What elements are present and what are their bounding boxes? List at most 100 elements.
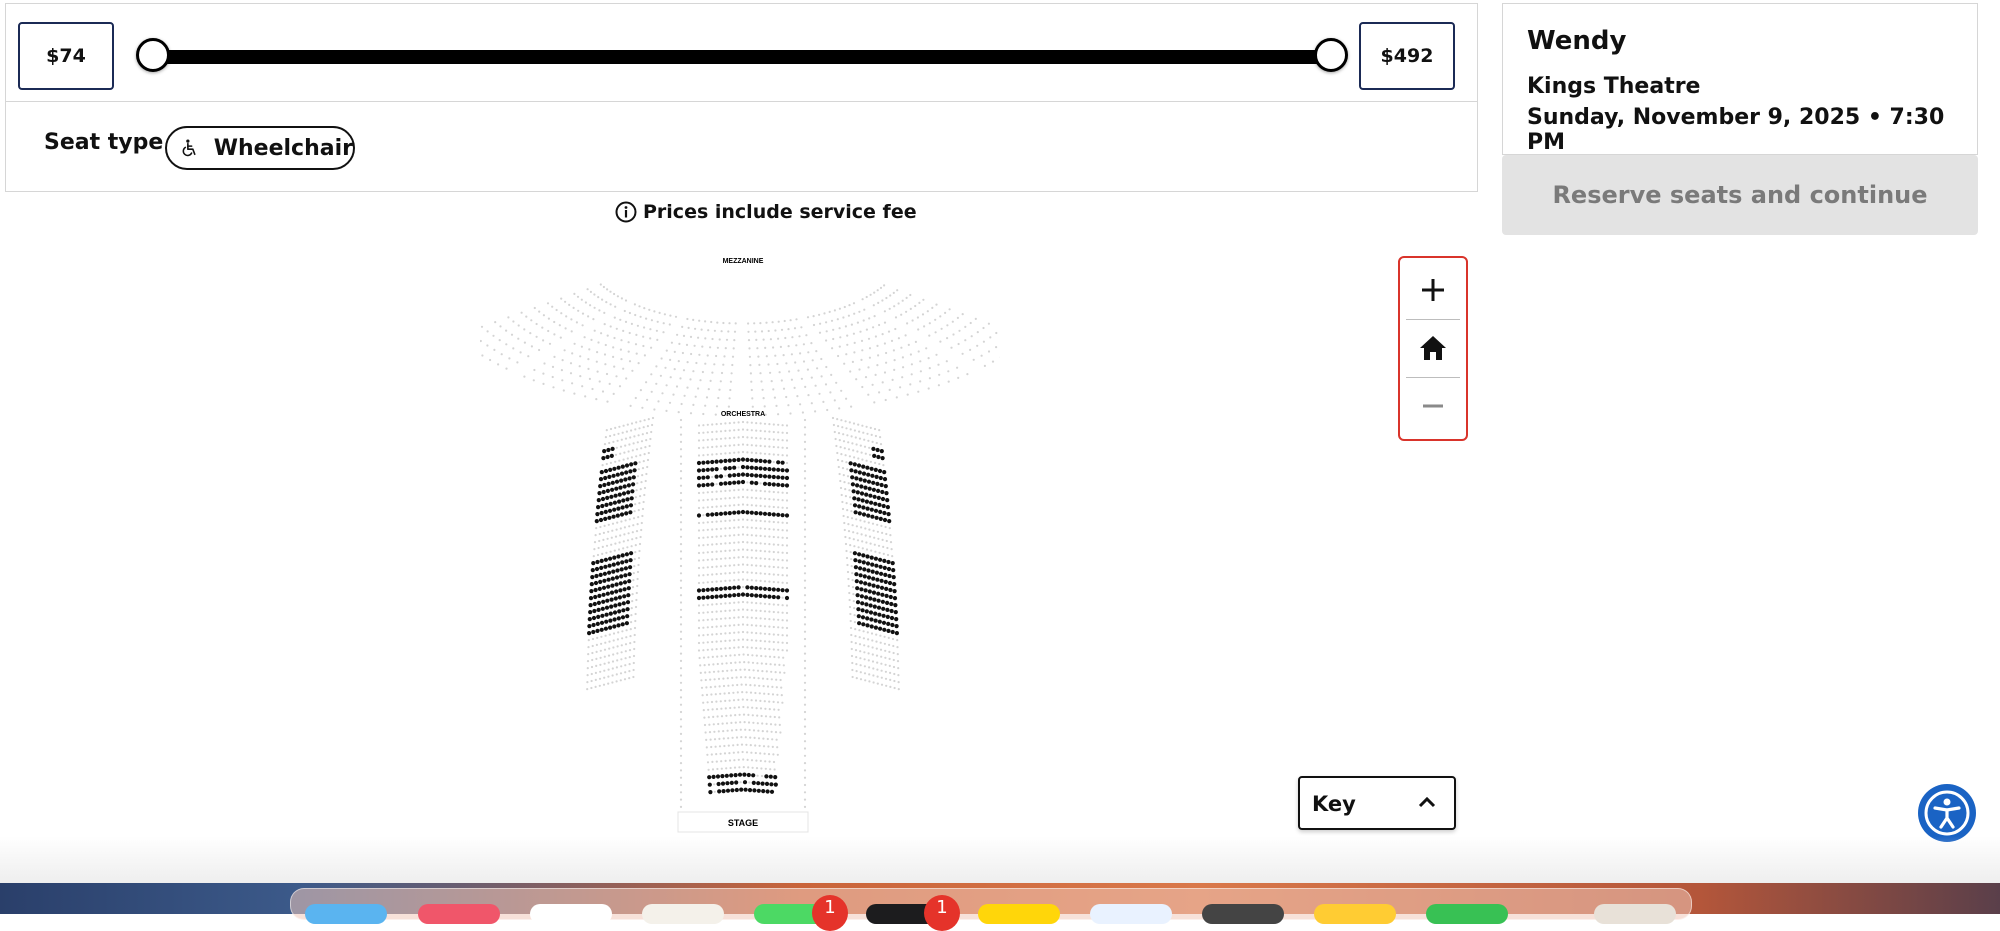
available-seat[interactable] xyxy=(754,511,758,515)
available-seat[interactable] xyxy=(748,788,752,792)
available-seat[interactable] xyxy=(608,557,612,561)
available-seat[interactable] xyxy=(878,469,882,473)
available-seat[interactable] xyxy=(785,596,789,600)
available-seat[interactable] xyxy=(587,631,591,635)
available-seat[interactable] xyxy=(604,469,608,473)
available-seat[interactable] xyxy=(766,789,770,793)
available-seat[interactable] xyxy=(781,513,785,517)
available-seat[interactable] xyxy=(719,482,723,486)
available-seat[interactable] xyxy=(623,580,627,584)
available-seat[interactable] xyxy=(625,552,629,556)
available-seat[interactable] xyxy=(697,596,701,600)
available-seat[interactable] xyxy=(781,588,785,592)
available-seat[interactable] xyxy=(616,554,620,558)
available-seat[interactable] xyxy=(772,475,776,479)
available-seat[interactable] xyxy=(597,498,601,502)
available-seat[interactable] xyxy=(850,475,854,479)
available-seat[interactable] xyxy=(854,510,858,514)
available-seat[interactable] xyxy=(885,601,889,605)
home-view-button[interactable] xyxy=(1400,320,1466,376)
available-seat[interactable] xyxy=(894,617,898,621)
available-seat[interactable] xyxy=(854,476,858,480)
available-seat[interactable] xyxy=(785,483,789,487)
available-seat[interactable] xyxy=(735,788,739,792)
available-seat[interactable] xyxy=(851,482,855,486)
available-seat[interactable] xyxy=(723,511,727,515)
available-seat[interactable] xyxy=(591,568,595,572)
available-seat[interactable] xyxy=(890,616,894,620)
available-seat[interactable] xyxy=(732,481,736,485)
available-seat[interactable] xyxy=(754,474,758,478)
available-seat[interactable] xyxy=(871,447,875,451)
available-seat[interactable] xyxy=(879,572,883,576)
available-seat[interactable] xyxy=(886,622,890,626)
available-seat[interactable] xyxy=(741,510,745,514)
available-seat[interactable] xyxy=(892,575,896,579)
available-seat[interactable] xyxy=(785,588,789,592)
available-seat[interactable] xyxy=(745,473,749,477)
available-seat[interactable] xyxy=(601,456,605,460)
available-seat[interactable] xyxy=(870,556,874,560)
available-seat[interactable] xyxy=(599,518,603,522)
available-seat[interactable] xyxy=(623,573,627,577)
available-seat[interactable] xyxy=(867,582,871,586)
zoom-out-button[interactable] xyxy=(1400,378,1466,434)
available-seat[interactable] xyxy=(750,473,754,477)
dock-app-trash[interactable] xyxy=(1594,904,1676,924)
available-seat[interactable] xyxy=(697,468,701,472)
available-seat[interactable] xyxy=(728,586,732,590)
available-seat[interactable] xyxy=(706,513,710,517)
available-seat[interactable] xyxy=(701,468,705,472)
available-seat[interactable] xyxy=(623,477,627,481)
available-seat[interactable] xyxy=(869,617,873,621)
available-seat[interactable] xyxy=(874,626,878,630)
available-seat[interactable] xyxy=(596,615,600,619)
available-seat[interactable] xyxy=(761,789,765,793)
available-seat[interactable] xyxy=(605,496,609,500)
available-seat[interactable] xyxy=(754,586,758,590)
available-seat[interactable] xyxy=(612,515,616,519)
available-seat[interactable] xyxy=(857,552,861,556)
available-seat[interactable] xyxy=(697,461,701,465)
available-seat[interactable] xyxy=(862,512,866,516)
available-seat[interactable] xyxy=(729,773,733,777)
available-seat[interactable] xyxy=(761,782,765,786)
available-seat[interactable] xyxy=(592,623,596,627)
available-seat[interactable] xyxy=(625,614,629,618)
available-seat[interactable] xyxy=(625,497,629,501)
available-seat[interactable] xyxy=(710,460,714,464)
available-seat[interactable] xyxy=(615,480,619,484)
available-seat[interactable] xyxy=(726,789,730,793)
available-seat[interactable] xyxy=(723,466,727,470)
available-seat[interactable] xyxy=(728,466,732,470)
available-seat[interactable] xyxy=(863,581,867,585)
available-seat[interactable] xyxy=(621,622,625,626)
available-seat[interactable] xyxy=(734,780,738,784)
available-seat[interactable] xyxy=(717,782,721,786)
available-seat[interactable] xyxy=(757,789,761,793)
available-seat[interactable] xyxy=(630,489,634,493)
available-seat[interactable] xyxy=(611,481,615,485)
available-seat[interactable] xyxy=(609,605,613,609)
available-seat[interactable] xyxy=(629,551,633,555)
dock-app-textedit[interactable] xyxy=(642,904,724,924)
available-seat[interactable] xyxy=(596,505,600,509)
available-seat[interactable] xyxy=(723,586,727,590)
available-seat[interactable] xyxy=(628,476,632,480)
available-seat[interactable] xyxy=(595,560,599,564)
available-seat[interactable] xyxy=(864,493,868,497)
available-seat[interactable] xyxy=(882,559,886,563)
available-seat[interactable] xyxy=(618,486,622,490)
available-seat[interactable] xyxy=(725,781,729,785)
available-seat[interactable] xyxy=(601,607,605,611)
price-slider-min-handle[interactable] xyxy=(136,38,170,72)
available-seat[interactable] xyxy=(599,566,603,570)
available-seat[interactable] xyxy=(776,483,780,487)
available-seat[interactable] xyxy=(725,774,729,778)
available-seat[interactable] xyxy=(610,584,614,588)
available-seat[interactable] xyxy=(732,466,736,470)
available-seat[interactable] xyxy=(865,609,869,613)
available-seat[interactable] xyxy=(863,486,867,490)
available-seat[interactable] xyxy=(621,615,625,619)
available-seat[interactable] xyxy=(880,593,884,597)
